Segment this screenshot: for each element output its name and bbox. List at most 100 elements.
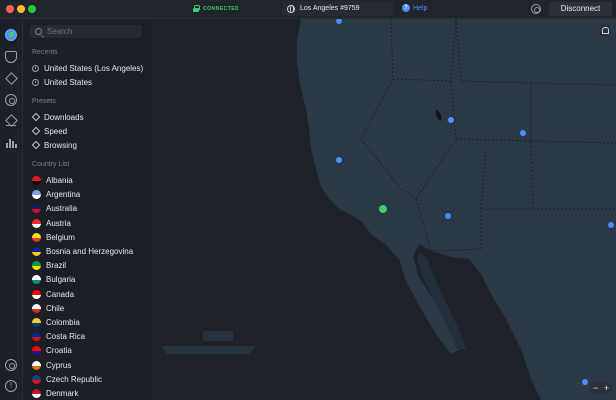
globe-icon [287, 4, 295, 13]
flag-icon [32, 275, 41, 285]
info-icon[interactable]: ! [5, 380, 17, 392]
search-icon [35, 28, 42, 35]
country-item-label: Colombia [46, 318, 80, 327]
shield-icon[interactable] [5, 51, 17, 63]
connection-status-label: CONNECTED [203, 5, 240, 12]
country-item[interactable]: Bosnia and Herzegovina [32, 245, 144, 258]
search-box[interactable] [30, 25, 142, 38]
stats-icon[interactable] [5, 137, 17, 149]
flag-icon [32, 218, 41, 228]
help-icon: ? [402, 4, 410, 12]
country-item[interactable]: Canada [32, 288, 144, 301]
country-item-label: Canada [46, 289, 75, 299]
lock-icon [193, 5, 200, 12]
map-canvas [161, 19, 616, 400]
country-item[interactable]: Belgium [32, 231, 144, 244]
recent-item[interactable]: United States (Los Angeles) [32, 62, 144, 75]
zoom-window-button[interactable] [28, 5, 36, 13]
flag-icon [32, 318, 41, 327]
current-server[interactable]: Los Angeles #9759 [282, 1, 394, 16]
preset-item[interactable]: Speed [32, 125, 144, 138]
flag-icon [32, 389, 41, 398]
connection-status: CONNECTED [193, 5, 239, 12]
close-window-button[interactable] [6, 5, 14, 13]
help-label: Help [413, 4, 428, 12]
country-item-label: Austria [46, 218, 71, 228]
server-map[interactable]: − + [151, 19, 616, 400]
country-list-heading: Country List [32, 161, 70, 168]
globe-icon[interactable] [5, 29, 17, 41]
country-item[interactable]: Brazil [32, 259, 144, 272]
minimize-window-button[interactable] [17, 5, 25, 13]
flag-icon [32, 289, 41, 299]
country-item[interactable]: Chile [32, 302, 144, 315]
preset-item-label: Downloads [44, 113, 84, 122]
country-item-label: Belgium [46, 232, 75, 242]
flag-icon [32, 176, 41, 185]
disconnect-button[interactable]: Disconnect [549, 2, 612, 16]
country-item-label: Chile [46, 303, 65, 313]
server-name: Los Angeles #9759 [300, 5, 360, 12]
search-input[interactable] [47, 27, 137, 36]
layers-icon [32, 128, 39, 135]
recent-item-label: United States [44, 78, 93, 87]
country-item[interactable]: Albania [32, 174, 144, 187]
layers-icon[interactable] [5, 115, 17, 127]
flag-icon [32, 247, 41, 256]
country-item[interactable]: Czech Republic [32, 373, 144, 386]
country-item-label: Bulgaria [46, 275, 76, 285]
country-item[interactable]: Argentina [32, 188, 144, 201]
country-item-label: Croatia [46, 346, 72, 356]
country-item[interactable]: Australia [32, 202, 144, 215]
presets-heading: Presets [32, 98, 56, 105]
country-item[interactable]: Denmark [32, 387, 144, 400]
preset-item-label: Browsing [44, 141, 77, 150]
layers-icon [32, 142, 39, 149]
preset-item-label: Speed [44, 127, 68, 136]
flag-icon [32, 303, 41, 313]
flag-icon [32, 232, 41, 242]
clock-icon [32, 65, 39, 72]
server-sidebar: Recents United States (Los Angeles) Unit… [23, 19, 151, 400]
flag-icon [32, 261, 41, 271]
country-item-label: Bosnia and Herzegovina [46, 247, 134, 256]
country-item[interactable]: Bulgaria [32, 273, 144, 286]
flag-icon [32, 374, 41, 384]
country-item-label: Cyprus [46, 360, 72, 370]
target-icon[interactable] [5, 94, 17, 106]
country-item-label: Argentina [46, 190, 81, 200]
country-item[interactable]: Colombia [32, 316, 144, 329]
recent-item-label: United States (Los Angeles) [44, 64, 144, 73]
country-item[interactable]: Austria [32, 217, 144, 230]
boat-icon [161, 331, 256, 354]
notification-bell-icon[interactable] [599, 25, 610, 36]
preset-item[interactable]: Browsing [32, 139, 144, 152]
layers-icon [32, 114, 39, 121]
country-item[interactable]: Croatia [32, 344, 144, 357]
zoom-out-button[interactable]: − [590, 382, 601, 394]
country-item-label: Czech Republic [46, 374, 103, 384]
country-item[interactable]: Cyprus [32, 359, 144, 372]
country-item-label: Brazil [46, 261, 67, 271]
flag-icon [32, 346, 41, 356]
zoom-in-button[interactable]: + [601, 382, 612, 394]
pause-connection-icon[interactable] [531, 4, 541, 14]
country-item-label: Denmark [46, 389, 79, 398]
country-item[interactable]: Costa Rica [32, 330, 144, 343]
flag-icon [32, 332, 41, 342]
settings-icon[interactable] [5, 359, 17, 371]
recents-heading: Recents [32, 49, 58, 56]
zoom-control: − + [590, 382, 612, 394]
title-bar: CONNECTED Los Angeles #9759 ? Help Disco… [0, 0, 616, 19]
flag-icon [32, 204, 41, 214]
recent-item[interactable]: United States [32, 76, 144, 89]
clock-icon [32, 79, 39, 86]
country-item-label: Albania [46, 176, 73, 185]
preset-item[interactable]: Downloads [32, 111, 144, 124]
help-link[interactable]: ? Help [402, 4, 427, 12]
flag-icon [32, 190, 41, 200]
meshnet-icon[interactable] [5, 72, 17, 84]
navigation-rail: ! [0, 19, 23, 400]
country-item-label: Australia [46, 204, 78, 214]
flag-icon [32, 360, 41, 370]
